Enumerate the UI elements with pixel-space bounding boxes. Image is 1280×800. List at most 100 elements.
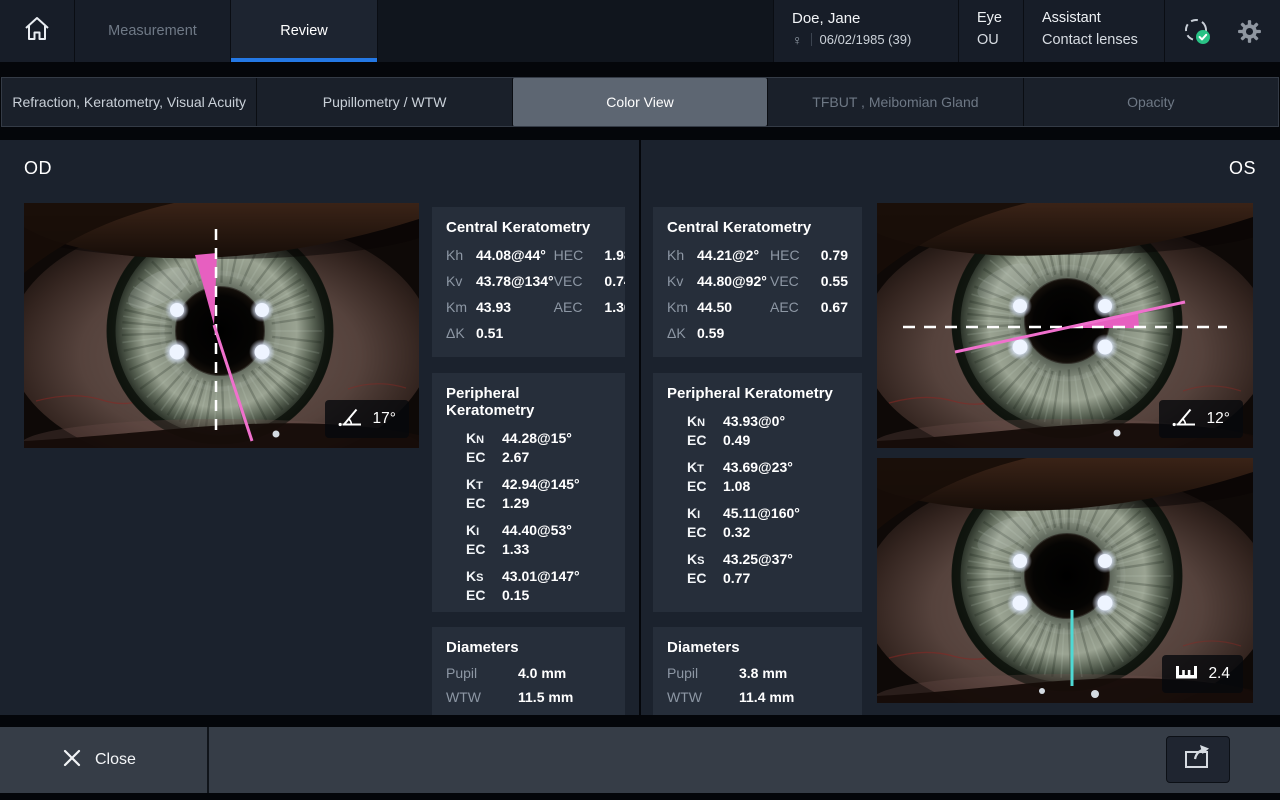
os-ruler-value: 2.4 xyxy=(1208,665,1230,683)
k-value: 44.08@44° xyxy=(476,247,554,263)
ec-value: 1.98 xyxy=(596,247,625,263)
k-label: ΔK xyxy=(667,325,697,341)
patient-info[interactable]: Doe, Jane ♀ 06/02/1985 (39) xyxy=(773,0,958,62)
ec-label: VEC xyxy=(770,273,812,289)
peripheral-k-group: KT42.94@145° EC1.29 xyxy=(466,476,611,511)
ruler-icon xyxy=(1175,664,1199,685)
assistant-label: Assistant xyxy=(1042,10,1164,26)
k-value: 43.93 xyxy=(476,299,554,315)
ec-value: 0.79 xyxy=(812,247,848,263)
k-label: Kh xyxy=(667,247,697,263)
k-label: Kh xyxy=(446,247,476,263)
ec-value: 0.74 xyxy=(596,273,625,289)
ec-value: 0.67 xyxy=(812,299,848,315)
subtab-label: Opacity xyxy=(1127,94,1174,110)
export-icon xyxy=(1183,743,1213,776)
tab-measurement[interactable]: Measurement xyxy=(75,0,230,62)
card-title: Central Keratometry xyxy=(446,219,611,236)
tab-review-label: Review xyxy=(280,23,328,39)
review-subtabs: Refraction, Keratometry, Visual Acuity P… xyxy=(1,77,1279,127)
os-eye-image-axis[interactable]: 12° xyxy=(877,203,1253,448)
os-angle-badge: 12° xyxy=(1159,400,1243,438)
bottombar-divider xyxy=(207,727,209,793)
peripheral-k-group: KI45.11@160° EC0.32 xyxy=(687,505,848,540)
tab-review[interactable]: Review xyxy=(230,0,378,62)
os-diameters-card: Diameters Pupil3.8 mm WTW11.4 mm xyxy=(653,627,862,715)
card-title: Peripheral Keratometry xyxy=(667,385,848,402)
export-button[interactable] xyxy=(1166,736,1230,783)
subtab-label: Color View xyxy=(606,94,673,110)
k-value: 44.21@2° xyxy=(697,247,770,263)
os-peripheral-keratometry-card: Peripheral Keratometry KN43.93@0° EC0.49… xyxy=(653,373,862,612)
subtab-refraction-keratometry-visual-acuity[interactable]: Refraction, Keratometry, Visual Acuity xyxy=(2,78,256,126)
k-label: Kv xyxy=(446,273,476,289)
subtab-label: Refraction, Keratometry, Visual Acuity xyxy=(12,94,246,110)
od-diameters-card: Diameters Pupil4.0 mm WTW11.5 mm xyxy=(432,627,625,715)
peripheral-k-group: KN44.28@15° EC2.67 xyxy=(466,430,611,465)
female-gender-icon: ♀ xyxy=(792,33,803,47)
card-title: Central Keratometry xyxy=(667,219,848,236)
close-button[interactable]: Close xyxy=(0,727,207,793)
os-title: OS xyxy=(1229,158,1256,179)
angle-icon xyxy=(1172,406,1198,433)
os-angle-value: 12° xyxy=(1207,410,1230,428)
home-icon xyxy=(21,13,53,50)
tab-measurement-label: Measurement xyxy=(108,23,197,39)
ec-label: HEC xyxy=(770,247,812,263)
od-eye-image[interactable]: 17° xyxy=(24,203,419,448)
eye-info-block: Eye OU xyxy=(958,0,1023,62)
top-bar: Measurement Review Doe, Jane ♀ 06/02/198… xyxy=(0,0,1280,62)
os-eye-image-measure[interactable]: 2.4 xyxy=(877,458,1253,703)
assistant-info-block: Assistant Contact lenses xyxy=(1023,0,1164,62)
od-angle-value: 17° xyxy=(373,410,396,428)
os-ruler-badge: 2.4 xyxy=(1162,655,1243,693)
settings-gear-icon[interactable] xyxy=(1236,18,1263,45)
eye-label: Eye xyxy=(977,10,1023,26)
od-central-keratometry-card: Central Keratometry Kh44.08@44°HEC1.98 K… xyxy=(432,207,625,357)
od-title: OD xyxy=(24,158,52,179)
os-central-keratometry-card: Central Keratometry Kh44.21@2°HEC0.79 Kv… xyxy=(653,207,862,357)
peripheral-k-group: KS43.25@37° EC0.77 xyxy=(687,551,848,586)
k-label: ΔK xyxy=(446,325,476,341)
panel-od: OD xyxy=(0,140,639,715)
assistant-value: Contact lenses xyxy=(1042,32,1164,48)
ec-label: AEC xyxy=(554,299,596,315)
sync-status-icon[interactable] xyxy=(1182,16,1212,46)
active-tab-underline xyxy=(231,58,377,62)
card-title: Diameters xyxy=(667,639,848,656)
peripheral-k-group: KI44.40@53° EC1.33 xyxy=(466,522,611,557)
subtab-tfbut-meibomian-gland[interactable]: TFBUT , Meibomian Gland xyxy=(767,78,1022,126)
close-label: Close xyxy=(95,751,136,769)
ec-label: HEC xyxy=(554,247,596,263)
close-x-icon xyxy=(62,748,82,773)
card-title: Diameters xyxy=(446,639,611,656)
k-value: 0.51 xyxy=(476,325,554,341)
subtab-color-view[interactable]: Color View xyxy=(512,78,767,126)
peripheral-k-group: KN43.93@0° EC0.49 xyxy=(687,413,848,448)
patient-dob: 06/02/1985 (39) xyxy=(820,32,912,47)
k-label: Kv xyxy=(667,273,697,289)
subtab-pupillometry-wtw[interactable]: Pupillometry / WTW xyxy=(256,78,511,126)
od-peripheral-keratometry-card: Peripheral Keratometry KN44.28@15° EC2.6… xyxy=(432,373,625,612)
k-value: 44.80@92° xyxy=(697,273,770,289)
eye-value: OU xyxy=(977,32,1023,48)
ec-label: AEC xyxy=(770,299,812,315)
subtab-label: Pupillometry / WTW xyxy=(323,94,447,110)
subtab-opacity[interactable]: Opacity xyxy=(1023,78,1278,126)
peripheral-k-group: KT43.69@23° EC1.08 xyxy=(687,459,848,494)
panel-os: OS Central Keratometry Kh44.21@2°HEC0.79… xyxy=(641,140,1280,715)
topbar-icons xyxy=(1164,0,1280,62)
angle-icon xyxy=(338,406,364,433)
patient-name: Doe, Jane xyxy=(792,10,958,27)
k-value: 0.59 xyxy=(697,325,770,341)
home-button[interactable] xyxy=(0,0,75,62)
subtab-label: TFBUT , Meibomian Gland xyxy=(812,94,978,110)
bottom-bar: Close xyxy=(0,727,1280,793)
k-value: 44.50 xyxy=(697,299,770,315)
peripheral-k-group: KS43.01@147° EC0.15 xyxy=(466,568,611,603)
card-title: Peripheral Keratometry xyxy=(446,385,611,419)
od-angle-badge: 17° xyxy=(325,400,409,438)
ec-value: 1.36 xyxy=(596,299,625,315)
k-label: Km xyxy=(667,299,697,315)
k-value: 43.78@134° xyxy=(476,273,554,289)
